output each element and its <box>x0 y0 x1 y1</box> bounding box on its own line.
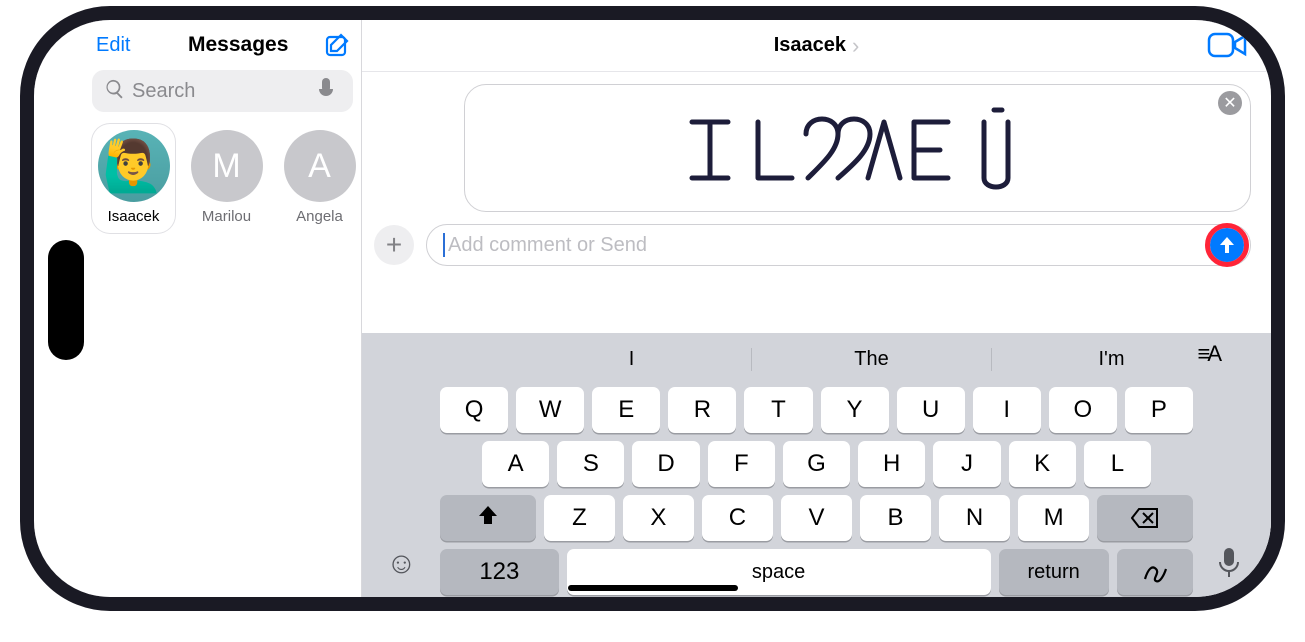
emoji-keyboard-icon[interactable]: ☺ <box>386 547 417 581</box>
key-b[interactable]: B <box>860 495 931 541</box>
key-backspace[interactable] <box>1097 495 1193 541</box>
pin-label: Marilou <box>202 208 251 225</box>
shift-icon <box>477 504 499 533</box>
key-m[interactable]: M <box>1018 495 1089 541</box>
key-d[interactable]: D <box>632 441 699 487</box>
suggestion-1[interactable]: I <box>512 348 752 371</box>
key-x[interactable]: X <box>623 495 694 541</box>
pinned-contact-marilou[interactable]: M Marilou <box>185 130 268 233</box>
dictate-icon[interactable] <box>317 77 341 106</box>
avatar <box>98 130 170 202</box>
keyboard-dictate-icon[interactable] <box>1217 546 1241 583</box>
send-button[interactable] <box>1210 228 1244 262</box>
edit-button[interactable]: Edit <box>96 34 130 57</box>
key-h[interactable]: H <box>858 441 925 487</box>
chevron-right-icon[interactable]: › <box>852 33 859 59</box>
compose-new-icon[interactable] <box>323 31 351 59</box>
key-l[interactable]: L <box>1084 441 1151 487</box>
compose-area: ✕ + Add comment or Send <box>362 72 1271 333</box>
message-input[interactable]: Add comment or Send <box>426 224 1251 266</box>
search-field[interactable]: Search <box>92 70 353 112</box>
search-icon <box>104 78 132 105</box>
facetime-video-icon[interactable] <box>1207 30 1247 60</box>
key-j[interactable]: J <box>933 441 1000 487</box>
key-e[interactable]: E <box>592 387 660 433</box>
key-row-3: Z X C V B N M <box>362 495 1271 541</box>
key-handwriting[interactable] <box>1117 549 1193 595</box>
input-placeholder: Add comment or Send <box>448 234 1210 257</box>
conversation-header: Isaacek › <box>362 20 1271 72</box>
key-k[interactable]: K <box>1009 441 1076 487</box>
home-indicator[interactable] <box>568 585 738 591</box>
sidebar-header: Edit Messages <box>92 20 361 70</box>
send-button-highlight <box>1210 228 1244 262</box>
pin-label: Angela <box>296 208 343 225</box>
predictive-bar: I The I'm <box>362 339 1271 379</box>
avatar: A <box>284 130 356 202</box>
key-y[interactable]: Y <box>821 387 889 433</box>
key-o[interactable]: O <box>1049 387 1117 433</box>
key-a[interactable]: A <box>482 441 549 487</box>
pinned-contact-isaacek[interactable]: Isaacek <box>92 124 175 233</box>
input-row: + Add comment or Send <box>374 224 1251 266</box>
key-u[interactable]: U <box>897 387 965 433</box>
key-r[interactable]: R <box>668 387 736 433</box>
suggestion-3[interactable]: I'm <box>992 348 1231 371</box>
key-v[interactable]: V <box>781 495 852 541</box>
key-n[interactable]: N <box>939 495 1010 541</box>
key-row-2: A S D F G H J K L <box>362 441 1271 487</box>
app-content: Edit Messages Search <box>34 20 1271 597</box>
key-s[interactable]: S <box>557 441 624 487</box>
key-w[interactable]: W <box>516 387 584 433</box>
pinned-contacts: Isaacek M Marilou A Angela <box>92 112 361 233</box>
key-q[interactable]: Q <box>440 387 508 433</box>
suggestion-2[interactable]: The <box>752 348 992 371</box>
text-cursor <box>443 233 445 257</box>
key-p[interactable]: P <box>1125 387 1193 433</box>
key-z[interactable]: Z <box>544 495 615 541</box>
key-g[interactable]: G <box>783 441 850 487</box>
pinned-contact-angela[interactable]: A Angela <box>278 130 361 233</box>
add-attachment-button[interactable]: + <box>374 225 414 265</box>
close-attachment-icon[interactable]: ✕ <box>1218 91 1242 115</box>
dynamic-island <box>48 240 84 360</box>
search-placeholder: Search <box>132 80 317 103</box>
search-wrap: Search <box>92 70 361 112</box>
key-shift[interactable] <box>440 495 536 541</box>
text-replace-icon[interactable]: ≡A <box>1197 341 1219 367</box>
onscreen-keyboard: I The I'm ≡A Q W E R T Y U I O P <box>362 333 1271 597</box>
key-c[interactable]: C <box>702 495 773 541</box>
iphone-frame: Edit Messages Search <box>20 6 1285 611</box>
key-row-1: Q W E R T Y U I O P <box>362 387 1271 433</box>
key-return[interactable]: return <box>999 549 1109 595</box>
key-i[interactable]: I <box>973 387 1041 433</box>
avatar: M <box>191 130 263 202</box>
contact-name[interactable]: Isaacek <box>774 34 846 57</box>
sidebar-title: Messages <box>188 33 288 57</box>
handwriting-canvas <box>688 102 1028 194</box>
key-numbers[interactable]: 123 <box>440 549 559 595</box>
key-row-4: 123 space return <box>362 549 1271 595</box>
key-f[interactable]: F <box>708 441 775 487</box>
handwriting-attachment[interactable]: ✕ <box>464 84 1251 212</box>
conversation-pane: Isaacek › ✕ <box>362 20 1271 597</box>
pin-label: Isaacek <box>108 208 160 225</box>
key-t[interactable]: T <box>744 387 812 433</box>
